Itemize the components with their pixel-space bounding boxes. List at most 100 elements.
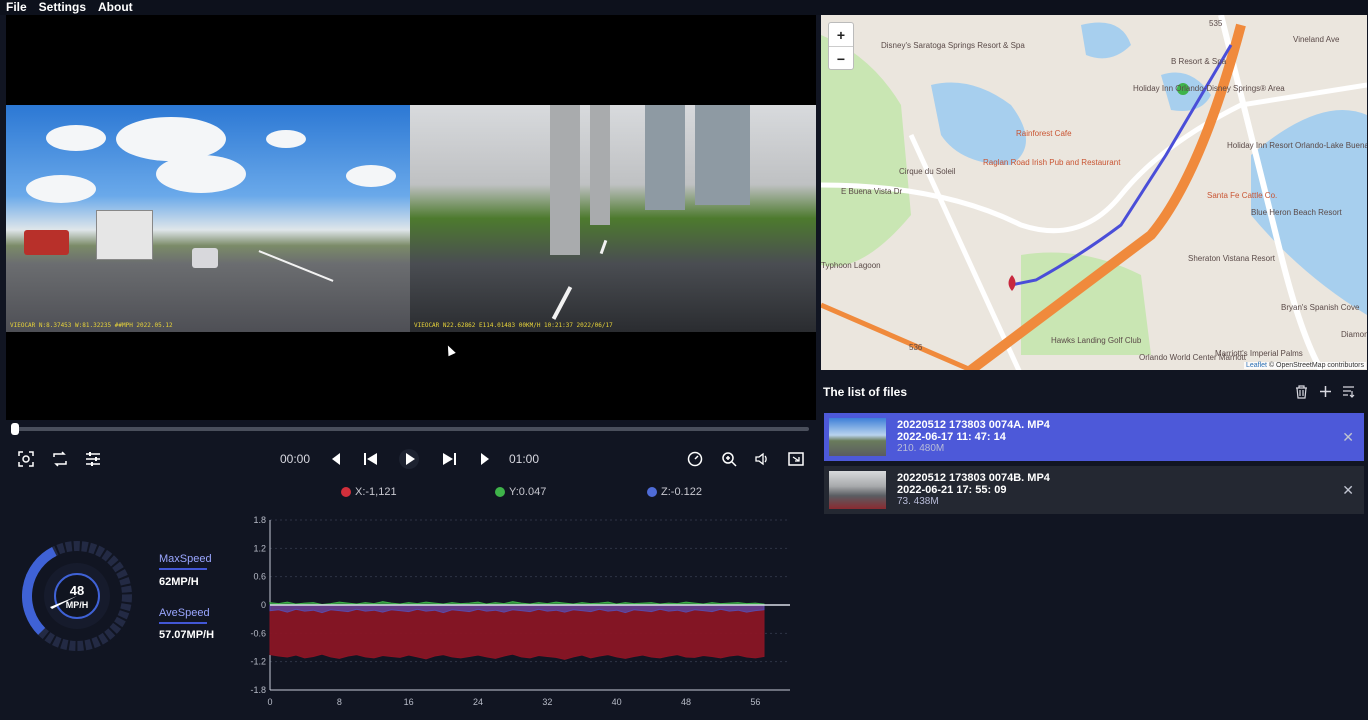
map-label: Rainforest Cafe: [1016, 129, 1072, 138]
map-label: E Buena Vista Dr: [841, 187, 903, 196]
accelerometer-chart: 1.81.20.60-0.6-1.2-1.80 8 16 24 32 40 48 56: [250, 515, 790, 707]
remove-file-icon[interactable]: ✕: [1342, 482, 1354, 499]
step-back-icon[interactable]: [327, 450, 345, 468]
map-canvas[interactable]: [821, 15, 1367, 370]
map-zoom-in-button[interactable]: +: [829, 23, 853, 47]
max-speed-label: MaxSpeed: [159, 553, 212, 565]
map-label: Cirque du Soleil: [899, 167, 956, 176]
max-speed-value: 62MP/H: [159, 576, 199, 588]
file-date: 2022-06-21 17: 55: 09: [897, 484, 1007, 496]
step-forward-icon[interactable]: [476, 450, 494, 468]
legend-x-label: X:-1,121: [355, 486, 397, 498]
remove-file-icon[interactable]: ✕: [1342, 429, 1354, 446]
map-label: B Resort & Spa: [1171, 57, 1227, 66]
video-player[interactable]: VIEOCAR N:8.37453 W:81.32235 ##MPH 2022.…: [6, 15, 816, 420]
map-label: Vineland Ave: [1293, 35, 1340, 44]
chart-x-tick: 16: [404, 697, 414, 707]
speed-icon[interactable]: [685, 450, 705, 468]
loop-icon[interactable]: [50, 450, 70, 468]
adjust-icon[interactable]: [83, 450, 103, 468]
chart-x-tick: 32: [542, 697, 552, 707]
file-list-title: The list of files: [823, 385, 908, 399]
chart-x-tick: 24: [473, 697, 483, 707]
rear-camera-overlay: VIEOCAR N22.62862 E114.01483 00KM/H 10:2…: [414, 322, 613, 329]
play-button[interactable]: [396, 447, 422, 471]
chart-y-tick: 0.6: [253, 572, 266, 582]
sort-icon[interactable]: [1342, 385, 1355, 401]
ave-speed-rule: [159, 622, 207, 624]
chart-y-tick: 0: [261, 600, 266, 610]
chart-x-tick: 0: [267, 697, 272, 707]
trash-icon[interactable]: [1295, 385, 1308, 402]
max-speed-rule: [159, 568, 207, 570]
map-view[interactable]: Disney's Saratoga Springs Resort & Spa B…: [821, 15, 1367, 370]
legend-z: Z:-0.122: [647, 486, 702, 498]
previous-file-icon[interactable]: [361, 450, 381, 468]
map-label: Santa Fe Cattle Co.: [1207, 191, 1278, 200]
screenshot-icon[interactable]: [16, 450, 36, 468]
chart-x-tick: 56: [750, 697, 760, 707]
menu-file[interactable]: File: [6, 0, 27, 15]
menu-settings[interactable]: Settings: [39, 0, 86, 15]
map-zoom-out-button[interactable]: −: [829, 47, 853, 70]
chart-x-tick: 40: [612, 697, 622, 707]
file-thumbnail: [829, 471, 886, 509]
map-label: Bryan's Spanish Cove: [1281, 303, 1360, 312]
menu-bar: File Settings About: [0, 0, 1368, 15]
legend-z-label: Z:-0.122: [661, 486, 702, 498]
speed-current: 48: [69, 583, 85, 598]
front-camera-overlay: VIEOCAR N:8.37453 W:81.32235 ##MPH 2022.…: [10, 322, 173, 329]
next-file-icon[interactable]: [439, 450, 459, 468]
chart-y-tick: 1.2: [253, 543, 266, 553]
file-thumbnail: [829, 418, 886, 456]
volume-icon[interactable]: [752, 450, 772, 468]
file-name: 20220512 173803 0074A. MP4: [897, 419, 1050, 431]
file-size: 73. 438M: [897, 496, 939, 507]
current-time: 00:00: [280, 452, 311, 466]
playback-timeline[interactable]: [11, 423, 809, 435]
speed-unit: MP/H: [65, 600, 89, 610]
map-label: Holiday Inn Orlando-Disney Springs® Area: [1133, 84, 1285, 93]
chart-y-tick: 1.8: [253, 515, 266, 525]
series-x: [269, 604, 765, 660]
map-attribution: Leaflet © OpenStreetMap contributors: [1243, 362, 1366, 369]
ave-speed-value: 57.07MP/H: [159, 629, 215, 641]
leaflet-link[interactable]: Leaflet: [1246, 362, 1267, 369]
legend-x-dot: [341, 487, 351, 497]
ave-speed-label: AveSpeed: [159, 607, 210, 619]
legend-y: Y:0.047: [495, 486, 546, 498]
timeline-handle[interactable]: [11, 423, 19, 435]
map-label: Holiday Inn Resort Orlando-Lake Buena Vi…: [1227, 141, 1367, 150]
map-label: Hawks Landing Golf Club: [1051, 336, 1142, 345]
legend-y-label: Y:0.047: [509, 486, 547, 498]
file-list-item[interactable]: 20220512 173803 0074A. MP4 2022-06-17 11…: [824, 413, 1364, 461]
chart-y-tick: -1.2: [250, 657, 266, 667]
rear-camera-view: VIEOCAR N22.62862 E114.01483 00KM/H 10:2…: [410, 105, 816, 332]
total-time: 01:00: [509, 452, 540, 466]
file-date: 2022-06-17 11: 47: 14: [897, 431, 1006, 443]
front-camera-view: VIEOCAR N:8.37453 W:81.32235 ##MPH 2022.…: [6, 105, 410, 332]
legend-x: X:-1,121: [341, 486, 397, 498]
chart-x-tick: 48: [681, 697, 691, 707]
map-label: Marriott's Imperial Palms: [1215, 349, 1303, 358]
chart-y-tick: -0.6: [250, 628, 266, 638]
map-zoom-control: + −: [828, 22, 854, 70]
fullscreen-icon[interactable]: [786, 450, 806, 468]
osm-attribution[interactable]: © OpenStreetMap contributors: [1269, 362, 1364, 369]
file-list-panel: The list of files 20220512 173803 0074A.…: [821, 378, 1368, 720]
speed-gauge: 48 MP/H: [22, 541, 132, 651]
chart-y-tick: -1.8: [250, 685, 266, 695]
legend-y-dot: [495, 487, 505, 497]
map-label: Diamond: [1341, 330, 1367, 339]
file-size: 210. 480M: [897, 443, 945, 454]
zoom-in-icon[interactable]: [719, 450, 739, 468]
map-label: 535: [1209, 19, 1223, 28]
legend-z-dot: [647, 487, 657, 497]
map-label: Typhoon Lagoon: [821, 261, 881, 270]
file-list-item[interactable]: 20220512 173803 0074B. MP4 2022-06-21 17…: [824, 466, 1364, 514]
map-label: 536: [909, 343, 923, 352]
file-name: 20220512 173803 0074B. MP4: [897, 472, 1050, 484]
map-label: Sheraton Vistana Resort: [1188, 254, 1276, 263]
add-icon[interactable]: [1319, 385, 1332, 401]
menu-about[interactable]: About: [98, 0, 133, 15]
